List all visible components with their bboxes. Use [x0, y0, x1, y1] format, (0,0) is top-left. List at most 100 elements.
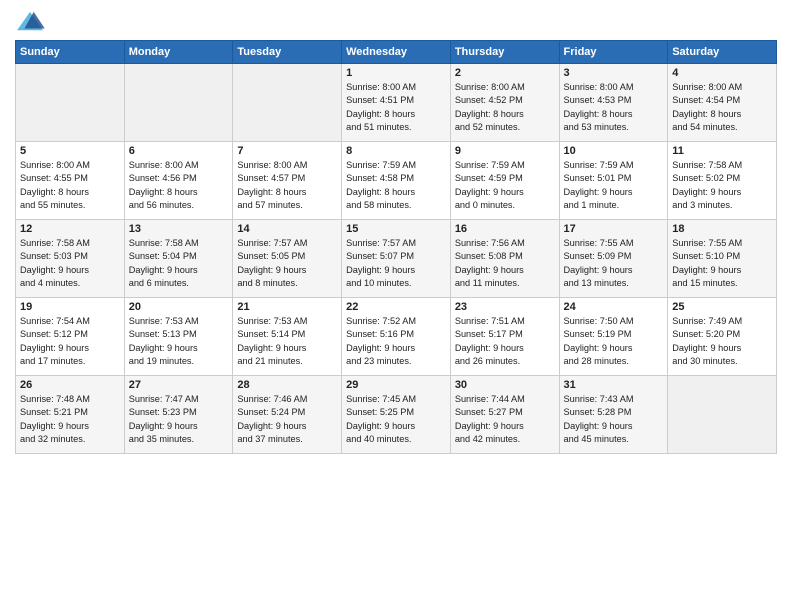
calendar-cell: 28 Sunrise: 7:46 AM Sunset: 5:24 PM Dayli…: [233, 376, 342, 454]
weekday-header: Thursday: [450, 41, 559, 64]
day-number: 22: [346, 301, 446, 313]
calendar-cell: 13Sunrise: 7:58 AM Sunset: 5:04 PM Dayli…: [124, 220, 233, 298]
day-info: Sunrise: 7:50 AM Sunset: 5:19 PM Dayligh…: [564, 315, 664, 368]
calendar-cell: 25Sunrise: 7:49 AM Sunset: 5:20 PM Dayli…: [668, 298, 777, 376]
day-info: Sunrise: 7:49 AM Sunset: 5:20 PM Dayligh…: [672, 315, 772, 368]
day-number: 3: [564, 67, 664, 79]
day-info: Sunrise: 7:46 AM Sunset: 5:24 PM Dayligh…: [237, 393, 337, 446]
calendar-week-row: 26 Sunrise: 7:48 AM Sunset: 5:21 PM Dayli…: [16, 376, 777, 454]
calendar-body: 1 Sunrise: 8:00 AM Sunset: 4:51 PM Daylig…: [16, 64, 777, 454]
day-number: 5: [20, 145, 120, 157]
calendar-cell: 24 Sunrise: 7:50 AM Sunset: 5:19 PM Dayli…: [559, 298, 668, 376]
weekday-header: Saturday: [668, 41, 777, 64]
calendar-cell: [124, 64, 233, 142]
weekday-header: Tuesday: [233, 41, 342, 64]
day-info: Sunrise: 7:55 AM Sunset: 5:10 PM Dayligh…: [672, 237, 772, 290]
day-info: Sunrise: 7:57 AM Sunset: 5:05 PM Dayligh…: [237, 237, 337, 290]
day-number: 16: [455, 223, 555, 235]
day-info: Sunrise: 7:47 AM Sunset: 5:23 PM Dayligh…: [129, 393, 229, 446]
day-info: Sunrise: 7:54 AM Sunset: 5:12 PM Dayligh…: [20, 315, 120, 368]
day-info: Sunrise: 7:52 AM Sunset: 5:16 PM Dayligh…: [346, 315, 446, 368]
day-info: Sunrise: 8:00 AM Sunset: 4:52 PM Dayligh…: [455, 81, 555, 134]
calendar-header: SundayMondayTuesdayWednesdayThursdayFrid…: [16, 41, 777, 64]
day-number: 21: [237, 301, 337, 313]
calendar-week-row: 5 Sunrise: 8:00 AM Sunset: 4:55 PM Daylig…: [16, 142, 777, 220]
day-info: Sunrise: 7:43 AM Sunset: 5:28 PM Dayligh…: [564, 393, 664, 446]
day-number: 13: [129, 223, 229, 235]
calendar-week-row: 19 Sunrise: 7:54 AM Sunset: 5:12 PM Dayli…: [16, 298, 777, 376]
calendar-cell: 21Sunrise: 7:53 AM Sunset: 5:14 PM Dayli…: [233, 298, 342, 376]
day-number: 12: [20, 223, 120, 235]
calendar-cell: 3 Sunrise: 8:00 AM Sunset: 4:53 PM Daylig…: [559, 64, 668, 142]
day-info: Sunrise: 7:44 AM Sunset: 5:27 PM Dayligh…: [455, 393, 555, 446]
calendar-cell: 26 Sunrise: 7:48 AM Sunset: 5:21 PM Dayli…: [16, 376, 125, 454]
calendar-cell: 18Sunrise: 7:55 AM Sunset: 5:10 PM Dayli…: [668, 220, 777, 298]
day-info: Sunrise: 8:00 AM Sunset: 4:51 PM Dayligh…: [346, 81, 446, 134]
calendar-cell: [668, 376, 777, 454]
day-number: 11: [672, 145, 772, 157]
day-number: 7: [237, 145, 337, 157]
calendar-cell: [16, 64, 125, 142]
day-info: Sunrise: 7:59 AM Sunset: 4:59 PM Dayligh…: [455, 159, 555, 212]
calendar-cell: 14 Sunrise: 7:57 AM Sunset: 5:05 PM Dayli…: [233, 220, 342, 298]
day-info: Sunrise: 8:00 AM Sunset: 4:55 PM Dayligh…: [20, 159, 120, 212]
calendar-cell: 19 Sunrise: 7:54 AM Sunset: 5:12 PM Dayli…: [16, 298, 125, 376]
calendar-cell: 4 Sunrise: 8:00 AM Sunset: 4:54 PM Daylig…: [668, 64, 777, 142]
day-number: 24: [564, 301, 664, 313]
day-number: 23: [455, 301, 555, 313]
day-number: 15: [346, 223, 446, 235]
day-number: 30: [455, 379, 555, 391]
calendar-cell: 15 Sunrise: 7:57 AM Sunset: 5:07 PM Dayli…: [342, 220, 451, 298]
day-info: Sunrise: 8:00 AM Sunset: 4:53 PM Dayligh…: [564, 81, 664, 134]
calendar-cell: 31 Sunrise: 7:43 AM Sunset: 5:28 PM Dayli…: [559, 376, 668, 454]
day-info: Sunrise: 7:48 AM Sunset: 5:21 PM Dayligh…: [20, 393, 120, 446]
day-number: 20: [129, 301, 229, 313]
day-number: 17: [564, 223, 664, 235]
day-number: 31: [564, 379, 664, 391]
calendar-cell: 20 Sunrise: 7:53 AM Sunset: 5:13 PM Dayli…: [124, 298, 233, 376]
calendar-cell: 10Sunrise: 7:59 AM Sunset: 5:01 PM Dayli…: [559, 142, 668, 220]
day-number: 2: [455, 67, 555, 79]
day-number: 19: [20, 301, 120, 313]
calendar-cell: 30 Sunrise: 7:44 AM Sunset: 5:27 PM Dayli…: [450, 376, 559, 454]
logo-icon: [15, 10, 45, 34]
logo: [15, 10, 49, 34]
day-number: 8: [346, 145, 446, 157]
weekday-header: Monday: [124, 41, 233, 64]
day-info: Sunrise: 7:57 AM Sunset: 5:07 PM Dayligh…: [346, 237, 446, 290]
calendar-table: SundayMondayTuesdayWednesdayThursdayFrid…: [15, 40, 777, 454]
day-info: Sunrise: 7:58 AM Sunset: 5:03 PM Dayligh…: [20, 237, 120, 290]
header: [15, 10, 777, 34]
calendar-cell: 22 Sunrise: 7:52 AM Sunset: 5:16 PM Dayli…: [342, 298, 451, 376]
day-number: 14: [237, 223, 337, 235]
calendar-cell: 6Sunrise: 8:00 AM Sunset: 4:56 PM Daylig…: [124, 142, 233, 220]
calendar-week-row: 1 Sunrise: 8:00 AM Sunset: 4:51 PM Daylig…: [16, 64, 777, 142]
calendar-cell: 5 Sunrise: 8:00 AM Sunset: 4:55 PM Daylig…: [16, 142, 125, 220]
calendar-cell: 8 Sunrise: 7:59 AM Sunset: 4:58 PM Daylig…: [342, 142, 451, 220]
weekday-header: Friday: [559, 41, 668, 64]
day-info: Sunrise: 7:45 AM Sunset: 5:25 PM Dayligh…: [346, 393, 446, 446]
calendar-cell: 12 Sunrise: 7:58 AM Sunset: 5:03 PM Dayli…: [16, 220, 125, 298]
calendar-cell: 2 Sunrise: 8:00 AM Sunset: 4:52 PM Daylig…: [450, 64, 559, 142]
day-info: Sunrise: 7:51 AM Sunset: 5:17 PM Dayligh…: [455, 315, 555, 368]
calendar-cell: 29Sunrise: 7:45 AM Sunset: 5:25 PM Dayli…: [342, 376, 451, 454]
day-info: Sunrise: 8:00 AM Sunset: 4:54 PM Dayligh…: [672, 81, 772, 134]
day-number: 26: [20, 379, 120, 391]
calendar-cell: 17 Sunrise: 7:55 AM Sunset: 5:09 PM Dayli…: [559, 220, 668, 298]
weekday-header: Wednesday: [342, 41, 451, 64]
day-info: Sunrise: 7:56 AM Sunset: 5:08 PM Dayligh…: [455, 237, 555, 290]
day-number: 28: [237, 379, 337, 391]
day-info: Sunrise: 7:59 AM Sunset: 4:58 PM Dayligh…: [346, 159, 446, 212]
day-number: 4: [672, 67, 772, 79]
day-number: 9: [455, 145, 555, 157]
calendar-cell: 23 Sunrise: 7:51 AM Sunset: 5:17 PM Dayli…: [450, 298, 559, 376]
day-number: 1: [346, 67, 446, 79]
day-info: Sunrise: 7:53 AM Sunset: 5:13 PM Dayligh…: [129, 315, 229, 368]
day-number: 27: [129, 379, 229, 391]
day-number: 6: [129, 145, 229, 157]
weekday-header: Sunday: [16, 41, 125, 64]
day-info: Sunrise: 7:55 AM Sunset: 5:09 PM Dayligh…: [564, 237, 664, 290]
page: SundayMondayTuesdayWednesdayThursdayFrid…: [0, 0, 792, 612]
calendar-cell: 11Sunrise: 7:58 AM Sunset: 5:02 PM Dayli…: [668, 142, 777, 220]
calendar-week-row: 12 Sunrise: 7:58 AM Sunset: 5:03 PM Dayli…: [16, 220, 777, 298]
